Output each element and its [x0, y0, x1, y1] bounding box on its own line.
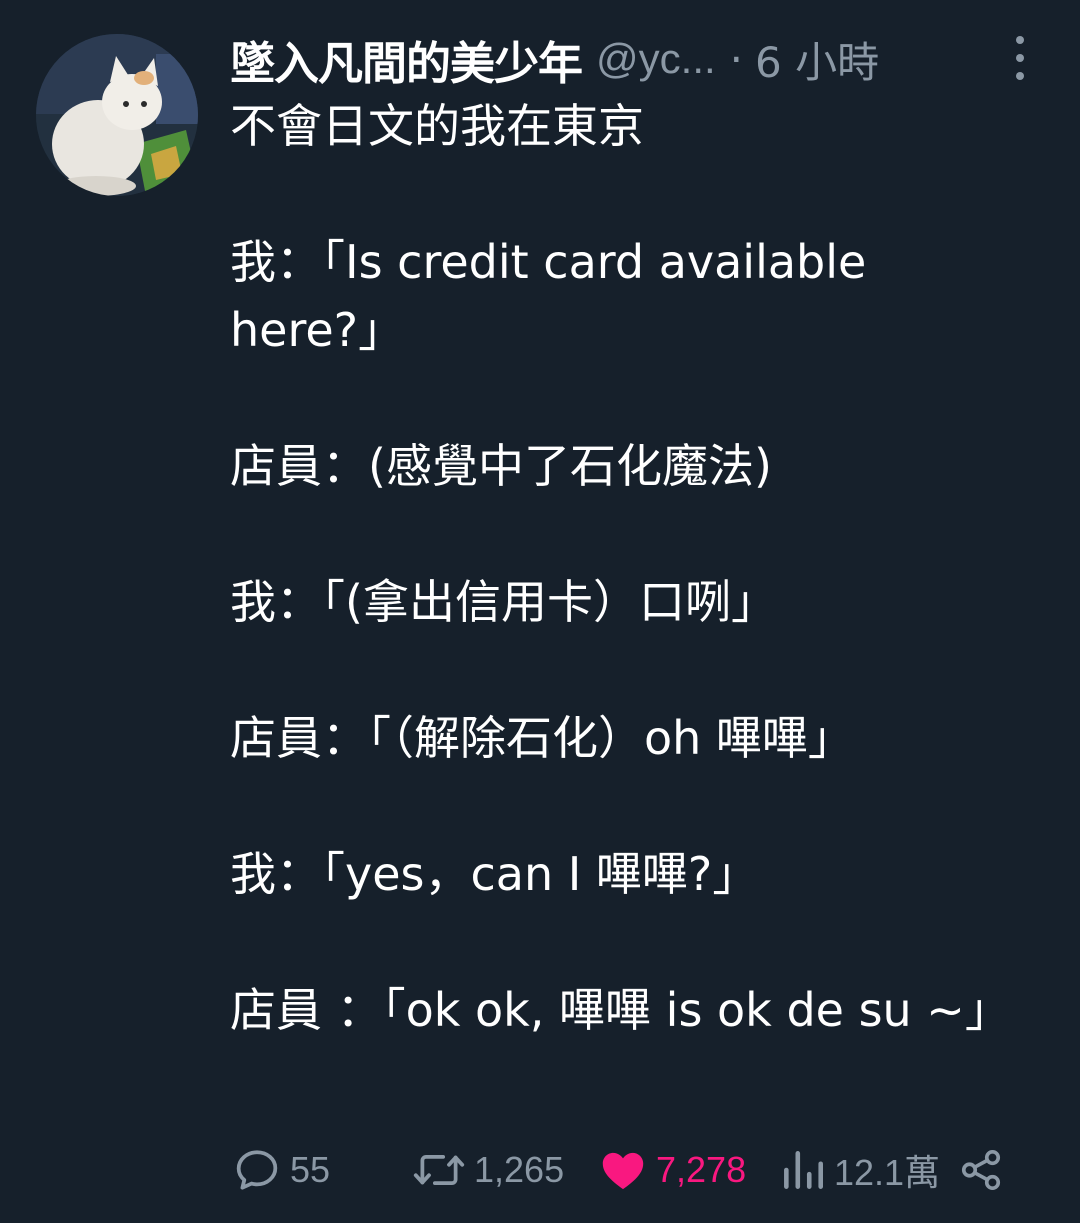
share-icon: [961, 1149, 1001, 1191]
view-count: 12.1萬: [834, 1152, 941, 1193]
tweet-line: 店員：(感覺中了石化魔法): [230, 439, 772, 493]
reply-button[interactable]: 55: [232, 1140, 330, 1200]
repost-count: 1,265: [474, 1149, 565, 1190]
like-button[interactable]: 7,278: [598, 1140, 746, 1200]
avatar[interactable]: [36, 34, 198, 196]
reply-count: 55: [290, 1149, 331, 1190]
tweet-text: 不會日文的我在東京 我：「Is credit card available he…: [230, 92, 1011, 1044]
more-button[interactable]: [1004, 36, 1036, 80]
reply-icon: [236, 1150, 278, 1190]
avatar-cat-image: [36, 34, 198, 196]
share-button[interactable]: [958, 1140, 1004, 1200]
user-handle[interactable]: @yc...: [596, 35, 716, 83]
repost-icon: [413, 1155, 465, 1185]
action-bar: 55 1,265 7,278 12.1萬: [232, 1140, 1022, 1200]
tweet-header: 墜入凡間的美少年 @yc... · 6 小時: [230, 28, 990, 90]
tweet-line: 店員 ：「ok ok, 嗶嗶 is ok de su ~」: [230, 983, 1011, 1037]
like-icon: [602, 1152, 644, 1190]
like-count: 7,278: [656, 1149, 747, 1190]
display-name[interactable]: 墜入凡間的美少年: [230, 27, 583, 92]
tweet-line: 不會日文的我在東京: [230, 99, 644, 153]
views-icon: [784, 1151, 823, 1189]
tweet-line: 我：「Is credit card available here?」: [230, 235, 867, 357]
views-button[interactable]: 12.1萬: [780, 1140, 940, 1200]
tweet-line: 我：「yes，can I 嗶嗶?」: [230, 847, 759, 901]
repost-button[interactable]: 1,265: [412, 1140, 564, 1200]
separator-dot: ·: [729, 34, 744, 84]
timestamp[interactable]: 6 小時: [755, 29, 879, 90]
more-icon: [1016, 36, 1024, 44]
tweet-line: 店員：「（解除石化）oh 嗶嗶」: [230, 711, 854, 765]
tweet-line: 我：「(拿出信用卡）口咧」: [230, 575, 777, 629]
